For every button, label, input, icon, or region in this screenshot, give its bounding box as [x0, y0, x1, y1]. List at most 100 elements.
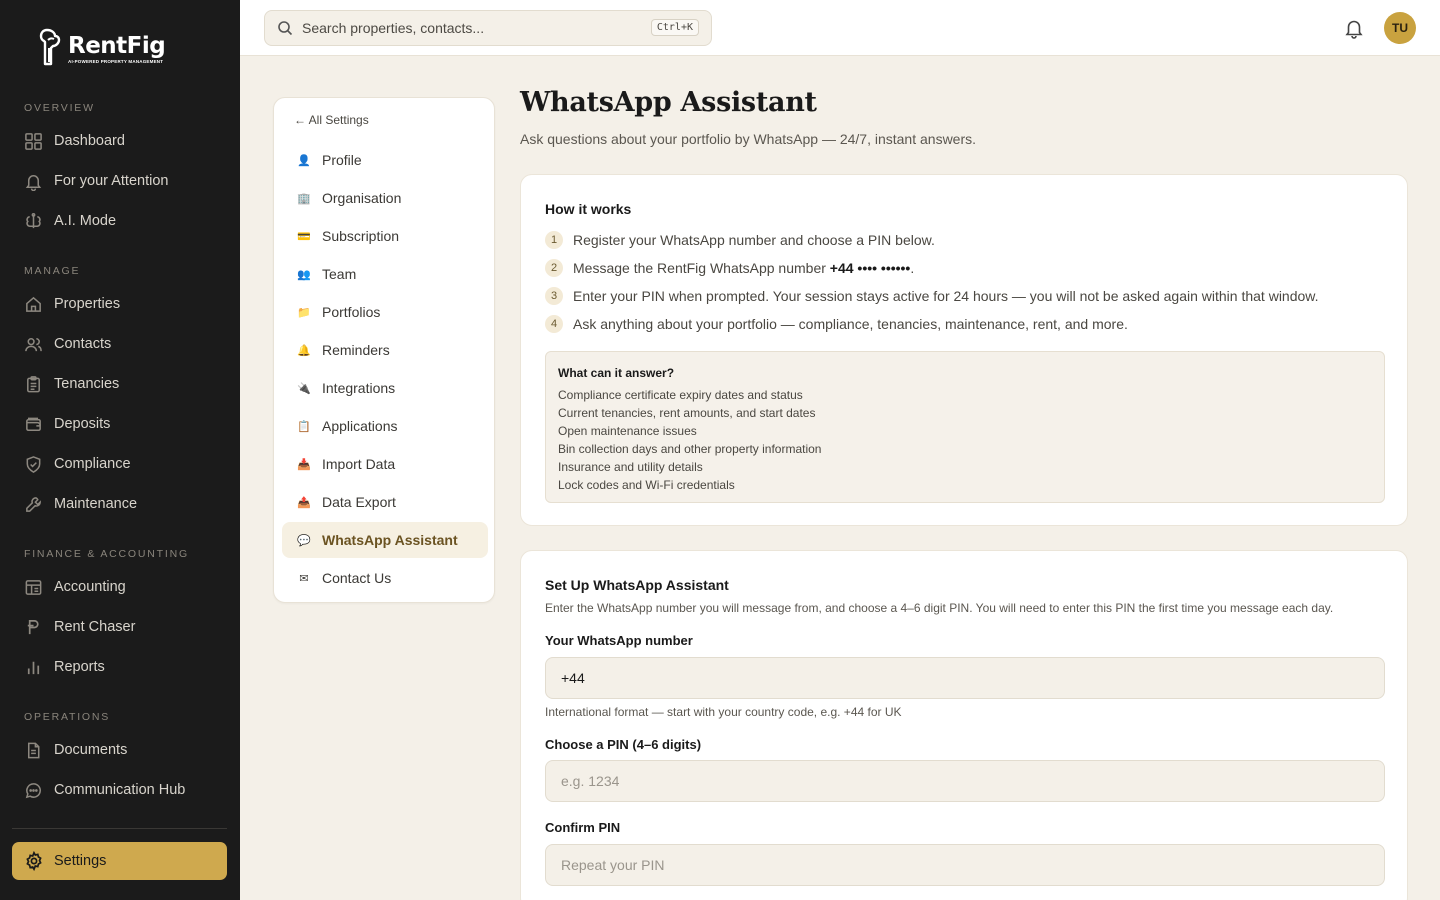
settings-item-subscription[interactable]: 💳 Subscription — [282, 218, 488, 254]
nav-label: Rent Chaser — [54, 619, 136, 635]
settings-item-organisation[interactable]: 🏢 Organisation — [282, 180, 488, 216]
setup-description: Enter the WhatsApp number you will messa… — [545, 601, 1334, 615]
confirm-pin-input[interactable] — [545, 844, 1385, 886]
answers-list: Compliance certificate expiry dates and … — [558, 386, 821, 494]
envelope-icon: ✉ — [299, 572, 309, 585]
settings-item-import-data[interactable]: 📥 Import Data — [282, 446, 488, 482]
team-icon: 👥 — [297, 268, 311, 281]
settings-item-applications[interactable]: 📋 Applications — [282, 408, 488, 444]
settings-item-contact-us[interactable]: ✉ Contact Us — [282, 560, 488, 596]
list-item: Lock codes and Wi-Fi credentials — [558, 478, 735, 492]
chat-bubble-icon — [25, 782, 41, 798]
pin-label: Choose a PIN (4–6 digits) — [545, 737, 702, 752]
whatsapp-number-input[interactable] — [545, 657, 1385, 699]
nav-item-accounting[interactable]: Accounting — [24, 575, 224, 599]
nav-item-rent-chaser[interactable]: Rent Chaser — [24, 615, 224, 639]
outbox-tray-icon: 📤 — [297, 496, 311, 509]
all-settings-link[interactable]: ← All Settings — [294, 113, 369, 127]
fig-tree-logo-icon — [39, 28, 61, 66]
step-text: Message the RentFig WhatsApp number +44 … — [573, 260, 915, 276]
nav-item-settings[interactable]: Settings — [12, 842, 227, 880]
wrench-icon — [26, 496, 41, 512]
brand-name: RentFig — [68, 33, 166, 59]
whatsapp-number-label: Your WhatsApp number — [545, 633, 693, 648]
nav-label: Documents — [54, 742, 128, 758]
confirm-pin-label: Confirm PIN — [545, 820, 621, 835]
page-subtitle: Ask questions about your portfolio by Wh… — [520, 131, 977, 147]
nav-item-deposits[interactable]: Deposits — [24, 412, 224, 436]
nav-label: Compliance — [54, 456, 131, 472]
nav-label: Communication Hub — [54, 782, 186, 798]
nav-item-tenancies[interactable]: Tenancies — [24, 372, 224, 396]
nav-label: Maintenance — [54, 496, 138, 512]
whatsapp-number-masked: +44 •••• •••••• — [829, 260, 911, 276]
step-text: Ask anything about your portfolio — comp… — [573, 316, 1128, 332]
rentfig-logo[interactable]: RentFig AI-POWERED PROPERTY MANAGEMENT — [38, 28, 166, 66]
clipboard-icon — [27, 375, 40, 392]
settings-menu: ← All Settings 👤 Profile 🏢 Organisation … — [273, 97, 495, 603]
sidebar-divider — [12, 828, 227, 829]
how-it-works-title: How it works — [545, 201, 632, 217]
settings-item-label: Team — [322, 266, 357, 282]
step-number: 4 — [545, 315, 563, 333]
nav-label: Deposits — [54, 416, 111, 432]
nav-item-communication-hub[interactable]: Communication Hub — [24, 778, 224, 802]
settings-item-label: Data Export — [322, 494, 396, 510]
nav-section-overview: OVERVIEW — [24, 102, 95, 114]
nav-section-operations: OPERATIONS — [24, 711, 111, 723]
bell-icon: 🔔 — [297, 344, 311, 357]
credit-card-icon: 💳 — [297, 230, 311, 243]
nav-item-ai-mode[interactable]: A.I. Mode — [24, 209, 224, 233]
settings-item-whatsapp-assistant[interactable]: 💬 WhatsApp Assistant — [282, 522, 488, 558]
search-icon — [278, 21, 293, 36]
settings-item-label: Applications — [322, 418, 398, 434]
settings-item-label: Integrations — [322, 380, 396, 396]
search-shortcut-badge: Ctrl+K — [650, 19, 699, 36]
notifications-bell-icon[interactable] — [1343, 17, 1365, 39]
house-icon — [26, 296, 41, 312]
settings-item-reminders[interactable]: 🔔 Reminders — [282, 332, 488, 368]
speech-bubble-icon: 💬 — [297, 534, 311, 547]
step-item: 2 Message the RentFig WhatsApp number +4… — [545, 259, 914, 277]
settings-item-label: Portfolios — [322, 304, 381, 320]
settings-item-label: Reminders — [322, 342, 390, 358]
ledger-icon — [25, 579, 42, 595]
wallet-icon — [26, 417, 41, 431]
search-input[interactable] — [302, 20, 632, 36]
nav-label: Reports — [54, 659, 105, 675]
inbox-tray-icon: 📥 — [297, 458, 311, 471]
grid-icon — [25, 132, 42, 150]
building-icon: 🏢 — [297, 192, 311, 205]
search-bar[interactable]: Ctrl+K — [264, 10, 712, 46]
settings-item-label: Subscription — [322, 228, 400, 244]
nav-item-reports[interactable]: Reports — [24, 655, 224, 679]
step-number: 3 — [545, 287, 563, 305]
sidebar: RentFig AI-POWERED PROPERTY MANAGEMENT O… — [0, 0, 240, 900]
settings-item-portfolios[interactable]: 📁 Portfolios — [282, 294, 488, 330]
nav-item-compliance[interactable]: Compliance — [24, 452, 224, 476]
list-item: Current tenancies, rent amounts, and sta… — [558, 406, 816, 420]
list-item: Bin collection days and other property i… — [558, 442, 822, 456]
nav-item-documents[interactable]: Documents — [24, 738, 224, 762]
step-number: 1 — [545, 231, 563, 249]
pin-input[interactable] — [545, 760, 1385, 802]
step-item: 1 Register your WhatsApp number and choo… — [545, 231, 935, 249]
setup-card: Set Up WhatsApp Assistant Enter the What… — [520, 550, 1408, 900]
nav-item-attention[interactable]: For your Attention — [24, 169, 224, 193]
user-avatar[interactable]: TU — [1384, 12, 1416, 44]
settings-item-label: Import Data — [322, 456, 396, 472]
person-icon: 👤 — [297, 154, 311, 167]
brand-tagline: AI-POWERED PROPERTY MANAGEMENT — [68, 59, 164, 64]
settings-item-profile[interactable]: 👤 Profile — [282, 142, 488, 178]
topbar: Ctrl+K TU — [240, 0, 1440, 56]
nav-item-contacts[interactable]: Contacts — [24, 332, 224, 356]
nav-label: Properties — [54, 296, 121, 312]
setup-title: Set Up WhatsApp Assistant — [545, 577, 729, 593]
nav-item-maintenance[interactable]: Maintenance — [24, 492, 224, 516]
nav-item-properties[interactable]: Properties — [24, 292, 224, 316]
settings-item-data-export[interactable]: 📤 Data Export — [282, 484, 488, 520]
nav-label: Dashboard — [54, 133, 125, 149]
nav-item-dashboard[interactable]: Dashboard — [24, 129, 224, 153]
settings-item-team[interactable]: 👥 Team — [282, 256, 488, 292]
settings-item-integrations[interactable]: 🔌 Integrations — [282, 370, 488, 406]
